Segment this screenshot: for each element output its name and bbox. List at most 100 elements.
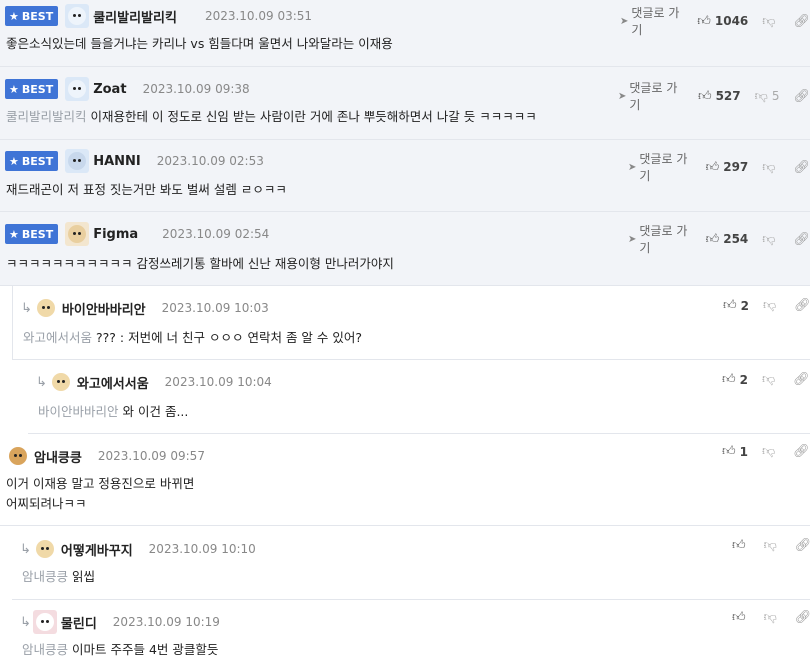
thumbs-up-icon: 👍︎: [732, 538, 746, 553]
go-to-reply-button[interactable]: ➤ 댓글로 가기: [618, 79, 684, 113]
avatar[interactable]: [65, 149, 90, 173]
like-button[interactable]: 👍︎ 527: [698, 89, 741, 104]
dislike-button[interactable]: 👎︎: [762, 372, 779, 387]
nickname[interactable]: Figma: [93, 227, 138, 242]
like-button[interactable]: 👍︎ 1: [722, 444, 748, 459]
dislike-button[interactable]: 👎︎: [764, 538, 781, 553]
avatar[interactable]: [65, 4, 90, 28]
go-to-reply-button[interactable]: ➤ 댓글로 가기: [628, 222, 692, 256]
dislike-button[interactable]: 👎︎: [764, 610, 781, 625]
dislike-button[interactable]: 👎︎: [762, 160, 779, 175]
comment-best-4: ★ BEST Figma 2023.10.09 02:54 ➤ 댓글로 가기 👍︎ 2…: [0, 212, 810, 286]
comment-text: 좋은소식있는데 들을거냐는 카리나 vs 힘들다며 울면서 나와달라는 이재용: [6, 36, 393, 51]
comment-text: 와고에서서움??? : 저번에 너 친구 ㅇㅇㅇ 연락처 좀 알 수 있어?: [23, 330, 362, 345]
avatar[interactable]: [32, 537, 57, 561]
thumbs-up-icon: 👍︎: [705, 159, 720, 175]
avatar[interactable]: [32, 610, 57, 634]
nickname[interactable]: 쿨리발리발리킥: [93, 7, 177, 26]
best-badge: ★ BEST: [5, 224, 59, 244]
reply-arrow-icon: ↳: [20, 541, 31, 557]
mention-nickname[interactable]: 쿨리발리발리킥: [6, 109, 87, 124]
nickname[interactable]: 암내킁킁: [34, 447, 82, 466]
comment-best-1: ★ BEST 쿨리발리발리킥 2023.10.09 03:51 ➤ 댓글로 가기 👍…: [0, 0, 810, 67]
send-icon: ➤: [620, 15, 629, 27]
avatar[interactable]: [65, 77, 90, 101]
timestamp: 2023.10.09 03:51: [204, 9, 313, 23]
timestamp: 2023.10.09 09:38: [142, 82, 250, 96]
comment-reply: ↳ 바이안바바리안 2023.10.09 10:03 👍︎ 2 👎︎ 🔗︎ 와고에…: [12, 286, 810, 360]
like-button[interactable]: 👍︎: [732, 610, 750, 625]
comment-text: 암내킁킁 읽씹: [22, 569, 96, 584]
link-icon[interactable]: 🔗︎: [795, 538, 810, 553]
mention-nickname[interactable]: 바이안바바리안: [38, 404, 119, 419]
star-icon: ★: [9, 227, 19, 241]
nickname[interactable]: HANNI: [93, 154, 141, 169]
timestamp: 2023.10.09 10:19: [112, 615, 220, 629]
mention-nickname[interactable]: 암내킁킁: [22, 642, 68, 657]
thumbs-up-icon: 👍︎: [722, 372, 736, 387]
avatar[interactable]: [48, 370, 73, 394]
go-to-reply-button[interactable]: ➤ 댓글로 가기: [620, 4, 683, 38]
nickname[interactable]: 바이안바바리안: [62, 299, 146, 318]
best-badge: ★ BEST: [5, 6, 59, 26]
thumbs-down-icon: 👎︎: [754, 88, 768, 104]
thumbs-up-icon: 👍︎: [722, 444, 736, 459]
comment-text: 이거 이재용 말고 정용진으로 바뀌면 어찌되려나ㅋㅋ: [6, 476, 195, 511]
comment-reply: ↳ 어떻게바꾸지 2023.10.09 10:10 👍︎ 👎︎ 🔗︎ 암내킁킁 읽…: [12, 526, 810, 600]
link-icon[interactable]: 🔗︎: [793, 160, 810, 175]
comment-text: 쿨리발리발리킥 이재용한테 이 정도로 신임 받는 사람이란 거에 존나 뿌듯해하…: [6, 109, 537, 124]
mention-nickname[interactable]: 암내킁킁: [22, 569, 68, 584]
link-icon[interactable]: 🔗︎: [793, 89, 810, 104]
link-icon[interactable]: 🔗︎: [795, 610, 810, 625]
like-button[interactable]: 👍︎: [732, 538, 750, 553]
link-icon[interactable]: 🔗︎: [793, 232, 810, 247]
thumbs-down-icon: 👎︎: [763, 610, 777, 625]
comment-text: ㅋㅋㅋㅋㅋㅋㅋㅋㅋㅋㅋ 감정쓰레기통 할바에 신난 재용이형 만나러가야지: [6, 256, 394, 271]
link-icon[interactable]: 🔗︎: [793, 444, 810, 459]
thumbs-down-icon: 👎︎: [762, 231, 776, 247]
dislike-button[interactable]: 👎︎: [762, 444, 779, 459]
like-button[interactable]: 👍︎ 297: [706, 160, 749, 175]
comment-text: 암내킁킁 이마트 주주들 4번 광클할듯: [22, 642, 219, 657]
best-badge: ★ BEST: [5, 151, 59, 171]
thumbs-down-icon: 👎︎: [761, 372, 776, 387]
reply-arrow-icon: ↳: [21, 300, 32, 316]
like-button[interactable]: 👍︎ 1046: [697, 14, 748, 29]
like-button[interactable]: 👍︎ 2: [723, 298, 749, 313]
thumbs-down-icon: 👎︎: [763, 538, 777, 553]
go-to-reply-button[interactable]: ➤ 댓글로 가기: [628, 150, 692, 184]
timestamp: 2023.10.09 10:04: [164, 375, 272, 389]
timestamp: 2023.10.09 02:53: [156, 154, 264, 168]
send-icon: ➤: [618, 90, 627, 102]
thumbs-down-icon: 👎︎: [762, 298, 777, 313]
best-badge: ★ BEST: [5, 79, 59, 99]
mention-nickname[interactable]: 와고에서서움: [23, 330, 92, 345]
link-icon[interactable]: 🔗︎: [793, 372, 810, 387]
avatar[interactable]: [6, 444, 30, 468]
thumbs-up-icon: 👍︎: [705, 231, 720, 247]
avatar[interactable]: [33, 296, 58, 320]
timestamp: 2023.10.09 10:10: [148, 542, 256, 556]
nickname[interactable]: 물린디: [61, 613, 97, 632]
nickname[interactable]: 어떻게바꾸지: [61, 540, 133, 559]
nickname[interactable]: 와고에서서움: [77, 373, 149, 392]
dislike-button[interactable]: 👎︎: [762, 14, 779, 29]
avatar[interactable]: [65, 222, 90, 246]
send-icon: ➤: [628, 161, 637, 173]
thumbs-up-icon: 👍︎: [723, 298, 737, 313]
comment-best-3: ★ BEST HANNI 2023.10.09 02:53 ➤ 댓글로 가기 👍︎ 2…: [0, 140, 810, 212]
dislike-button[interactable]: 👎︎ 5: [755, 89, 780, 104]
link-icon[interactable]: 🔗︎: [794, 298, 810, 313]
like-button[interactable]: 👍︎ 2: [722, 372, 748, 387]
dislike-button[interactable]: 👎︎: [763, 298, 780, 313]
nickname[interactable]: Zoat: [93, 82, 126, 97]
link-icon[interactable]: 🔗︎: [793, 14, 810, 29]
like-button[interactable]: 👍︎ 254: [706, 232, 749, 247]
comment-best-2: ★ BEST Zoat 2023.10.09 09:38 ➤ 댓글로 가기 👍︎ 52…: [0, 67, 810, 140]
comment-text: 재드래곤이 저 표정 짓는거만 봐도 벌써 설렘 ㄹㅇㅋㅋ: [6, 182, 287, 197]
comment-text: 바이안바바리안 와 이건 좀...: [38, 404, 189, 419]
dislike-button[interactable]: 👎︎: [762, 232, 779, 247]
star-icon: ★: [9, 154, 19, 168]
thumbs-up-icon: 👍︎: [697, 13, 711, 29]
send-icon: ➤: [628, 233, 637, 245]
